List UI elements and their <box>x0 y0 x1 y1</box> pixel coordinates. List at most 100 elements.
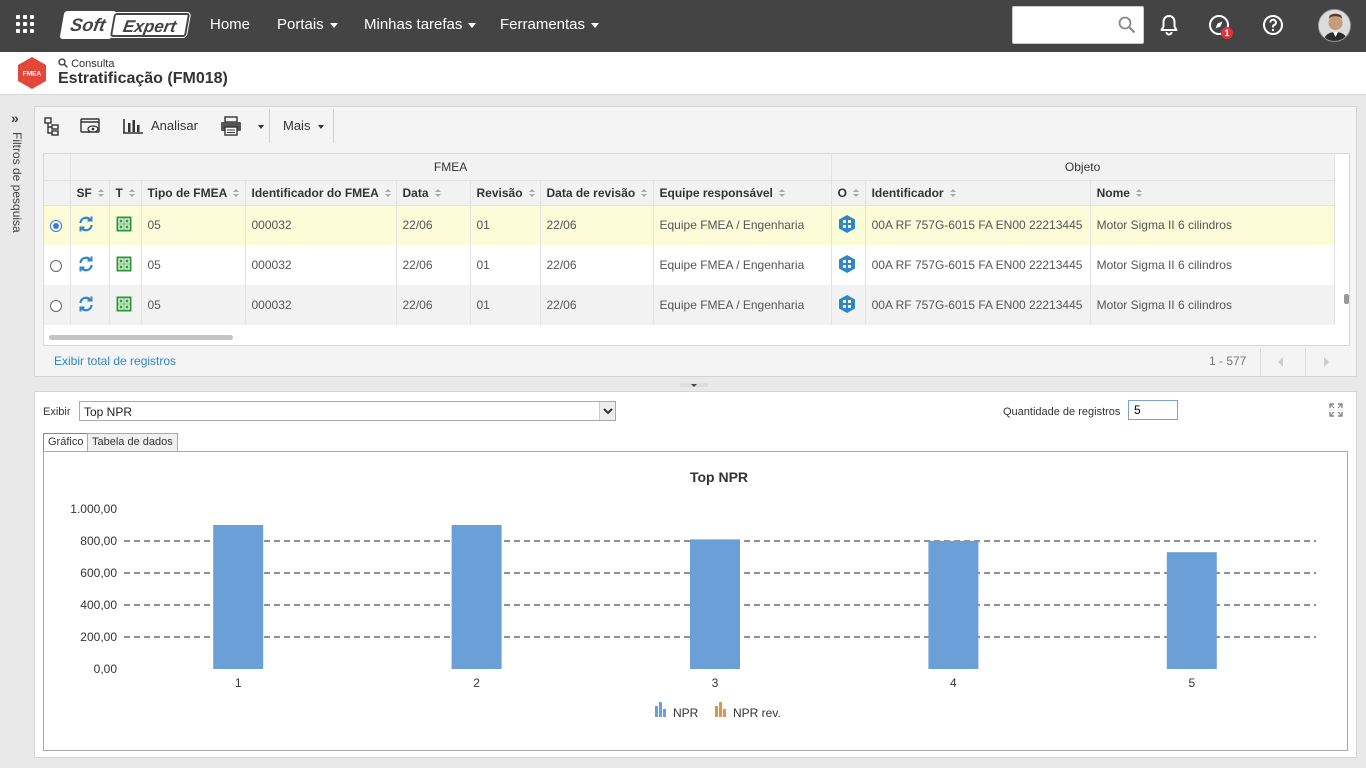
column-header-sf[interactable]: SF <box>70 180 110 206</box>
column-header-identificador[interactable]: Identificador <box>865 180 1091 206</box>
bell-icon[interactable] <box>1157 13 1181 37</box>
column-label: O <box>837 185 847 200</box>
column-header-t[interactable]: T <box>109 180 142 206</box>
object-id-cell: 00A RF 757G-6015 FA EN00 22213445 <box>865 245 1091 285</box>
user-avatar[interactable] <box>1318 9 1351 42</box>
sort-icon <box>852 188 859 198</box>
previous-page-icon[interactable] <box>1276 356 1286 368</box>
x-tick-label: 1 <box>235 676 242 690</box>
nav-minhas-tarefas[interactable]: Minhas tarefas <box>364 0 477 52</box>
sort-icon <box>641 188 648 198</box>
x-tick-label: 3 <box>712 676 719 690</box>
object-name-cell: Motor Sigma II 6 cilindros <box>1090 205 1335 245</box>
view-record-button[interactable] <box>73 107 107 145</box>
records-quantity-input[interactable] <box>1128 400 1178 420</box>
column-header-data[interactable]: Data <box>396 180 471 206</box>
row-select-cell[interactable] <box>44 245 71 285</box>
tab-grafico[interactable]: Gráfico <box>43 433 89 452</box>
analysis-panel: Exibir Top NPR Quantidade de registros G… <box>34 391 1357 758</box>
analyze-button[interactable]: Analisar <box>117 107 207 145</box>
fullscreen-icon[interactable] <box>1329 403 1343 417</box>
table-row[interactable]: 05 000032 22/06 01 22/06 Equipe FMEA / Engenh… <box>44 245 1335 285</box>
table-row[interactable]: 05 000032 22/06 01 22/06 Equipe FMEA / Engenh… <box>44 205 1335 245</box>
search-icon[interactable] <box>1118 16 1136 34</box>
column-label: T <box>115 185 123 200</box>
column-label: Data de revisão <box>546 185 636 200</box>
more-button[interactable]: Mais <box>275 107 331 145</box>
record-range: 1 - 577 <box>1209 354 1247 368</box>
group-header-objeto: Objeto <box>831 154 1335 181</box>
dropdown-button[interactable] <box>599 402 615 420</box>
legend-icon <box>719 702 722 717</box>
help-icon[interactable] <box>1261 13 1285 37</box>
display-select[interactable]: Top NPR <box>79 401 616 421</box>
row-select-cell[interactable] <box>44 285 71 325</box>
object-hexagon-icon <box>838 254 855 273</box>
tipo-cell: 05 <box>141 245 246 285</box>
chevron-down-icon <box>258 125 264 129</box>
data-revisao-cell: 22/06 <box>540 205 654 245</box>
column-header-equipe[interactable]: Equipe responsável <box>653 180 832 206</box>
row-radio[interactable] <box>50 220 62 233</box>
search-icon <box>58 58 68 68</box>
nav-portais[interactable]: Portais <box>277 0 338 52</box>
row-radio[interactable] <box>50 299 62 312</box>
revisao-cell: 01 <box>470 205 541 245</box>
sort-icon <box>528 188 535 198</box>
nav-home-label: Home <box>210 16 251 33</box>
table-row[interactable]: 05 000032 22/06 01 22/06 Equipe FMEA / Engenh… <box>44 285 1335 325</box>
panel-splitter[interactable] <box>680 383 708 389</box>
column-header-o[interactable]: O <box>831 180 866 206</box>
legend-icon <box>655 706 658 717</box>
sort-icon <box>233 188 240 198</box>
column-header-identificador-fmea[interactable]: Identificador do FMEA <box>245 180 397 206</box>
column-header-nome[interactable]: Nome <box>1090 180 1335 206</box>
data-revisao-cell: 22/06 <box>540 285 654 325</box>
nav-ferramentas[interactable]: Ferramentas <box>500 0 600 52</box>
row-radio[interactable] <box>50 259 62 272</box>
sort-icon <box>949 188 956 198</box>
refresh-status-icon <box>78 296 93 311</box>
tab-tabela-de-dados[interactable]: Tabela de dados <box>87 433 178 451</box>
bar-npr <box>213 525 264 669</box>
global-search <box>1012 6 1144 44</box>
chevron-down-icon <box>468 22 477 28</box>
column-header-tipo[interactable]: Tipo de FMEA <box>141 180 246 206</box>
softexpert-logo[interactable]: Soft Expert <box>59 11 192 39</box>
column-header-revisao[interactable]: Revisão <box>470 180 541 206</box>
fmea-hexagon-icon: FMEA <box>18 57 46 89</box>
sort-icon <box>1135 188 1142 198</box>
notification-badge: 1 <box>1221 27 1233 39</box>
t-cell <box>109 245 142 285</box>
tree-view-button[interactable] <box>35 107 69 145</box>
records-panel: Analisar Mais FMEA Objeto SF T Tipo de F… <box>34 106 1357 377</box>
sidebar-label: Filtros de pesquisa <box>10 132 24 233</box>
revisao-cell: 01 <box>470 245 541 285</box>
next-page-icon[interactable] <box>1321 356 1331 368</box>
search-filters-sidebar[interactable]: » Filtros de pesquisa <box>0 96 34 768</box>
apps-grid-icon[interactable] <box>16 15 36 35</box>
tab-grafico-label: Gráfico <box>48 436 84 448</box>
nav-home[interactable]: Home <box>210 0 250 52</box>
chevron-down-icon <box>318 125 324 129</box>
expand-sidebar-icon[interactable]: » <box>11 110 19 126</box>
print-button[interactable] <box>215 107 269 145</box>
row-select-cell[interactable] <box>44 205 71 245</box>
object-name-cell: Motor Sigma II 6 cilindros <box>1090 285 1335 325</box>
type-grid-icon <box>116 256 131 271</box>
show-total-records-link[interactable]: Exibir total de registros <box>54 354 176 368</box>
chevron-down-icon <box>603 408 613 415</box>
vertical-scrollbar[interactable] <box>1344 294 1349 304</box>
data-cell: 22/06 <box>396 285 471 325</box>
legend-label: NPR <box>673 706 699 720</box>
data-cell: 22/06 <box>396 205 471 245</box>
horizontal-scrollbar[interactable] <box>49 335 233 340</box>
legend-icon <box>715 706 718 717</box>
legend-label: NPR rev. <box>733 706 781 720</box>
breadcrumb-label: Consulta <box>71 58 115 70</box>
revisao-cell: 01 <box>470 285 541 325</box>
search-input[interactable] <box>1019 7 1119 43</box>
tipo-cell: 05 <box>141 285 246 325</box>
select-column-header <box>44 180 71 206</box>
column-header-data-revisao[interactable]: Data de revisão <box>540 180 654 206</box>
